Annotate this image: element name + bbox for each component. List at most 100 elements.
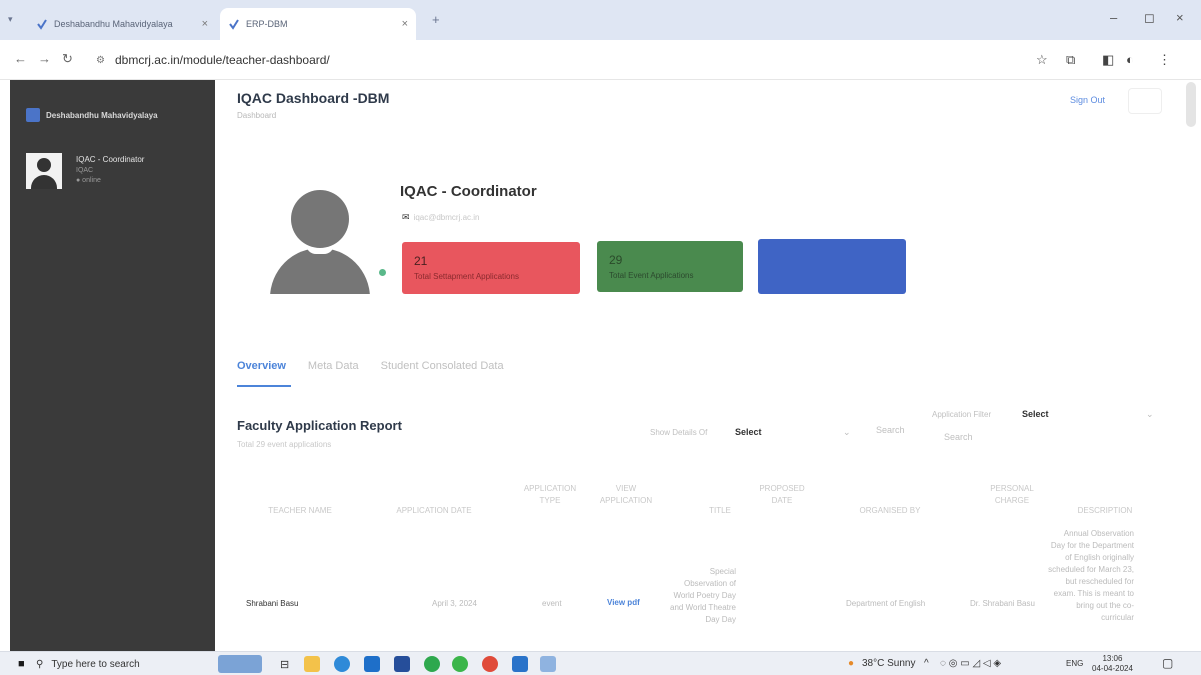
- col-view-application[interactable]: VIEW APPLICATION: [596, 483, 656, 507]
- cell-description: Annual Observation Day for the Departmen…: [1048, 529, 1134, 622]
- tray-chevron-icon[interactable]: ^: [924, 658, 929, 669]
- view-pdf-link[interactable]: View pdf: [607, 597, 640, 609]
- taskbar-search-input[interactable]: ⚲ Type here to search: [36, 655, 202, 673]
- brand[interactable]: Deshabandhu Mahavidyalaya: [26, 108, 158, 122]
- windows-start-icon[interactable]: ■: [18, 658, 25, 670]
- site-favicon-icon: [228, 18, 240, 30]
- task-view-thumbnail[interactable]: [218, 655, 262, 673]
- clock-time: 13:06: [1102, 654, 1123, 663]
- col-description[interactable]: DESCRIPTION: [1070, 505, 1140, 517]
- back-icon[interactable]: ←: [14, 51, 27, 66]
- sidebar-user-status: ● online: [76, 177, 101, 184]
- edge-icon[interactable]: [334, 656, 350, 672]
- page-title: IQAC Dashboard -DBM: [237, 90, 390, 106]
- reload-icon[interactable]: ↻: [62, 51, 73, 67]
- tab-overview[interactable]: Overview: [237, 360, 286, 372]
- menu-icon[interactable]: ⋮: [1158, 52, 1171, 68]
- settapment-applications-card[interactable]: 21 Total Settapment Applications: [402, 242, 580, 294]
- profile-avatar: [270, 190, 370, 294]
- profile-name: IQAC - Coordinator: [400, 183, 537, 200]
- profile-email-text: iqac@dbmcrj.ac.in: [413, 213, 480, 222]
- url-text: dbmcrj.ac.in/module/teacher-dashboard/: [114, 53, 330, 67]
- profile-email: ✉ iqac@dbmcrj.ac.in: [402, 212, 479, 223]
- search-input[interactable]: Search: [876, 425, 905, 435]
- clock-date: 04-04-2024: [1092, 664, 1133, 673]
- col-title[interactable]: TITLE: [690, 505, 750, 517]
- site-info-icon[interactable]: ⚙: [96, 55, 105, 66]
- cell-organised-by: Department of English: [846, 599, 926, 608]
- photos-icon[interactable]: [540, 656, 556, 672]
- chevron-down-icon[interactable]: ⌄: [1146, 409, 1154, 420]
- url-field[interactable]: ⚙ dbmcrj.ac.in/module/teacher-dashboard/: [84, 48, 1004, 72]
- maximize-icon[interactable]: ◻: [1144, 10, 1155, 26]
- tab-title: ERP-DBM: [246, 19, 288, 29]
- header-user-menu[interactable]: [1128, 88, 1162, 114]
- mail-icon[interactable]: [364, 656, 380, 672]
- search-icon: ⚲: [36, 658, 44, 670]
- spotify-icon[interactable]: [424, 656, 440, 672]
- tab-title: Deshabandhu Mahavidyalaya: [54, 19, 173, 29]
- minimize-icon[interactable]: –: [1110, 10, 1117, 25]
- cell-personal-charge: Dr. Shrabani Basu: [970, 599, 1035, 608]
- event-applications-card[interactable]: 29 Total Event Applications: [597, 241, 743, 292]
- online-status-indicator: [379, 269, 386, 276]
- stat-value: 29: [609, 253, 623, 267]
- chrome-icon[interactable]: [482, 656, 498, 672]
- college-logo-icon: [26, 108, 40, 122]
- stat-value: 21: [414, 254, 428, 268]
- profile-icon[interactable]: ◐: [1126, 52, 1134, 67]
- bookmark-star-icon[interactable]: ☆: [1036, 52, 1048, 68]
- sidebar-user-role: IQAC: [76, 167, 94, 174]
- col-personal-charge[interactable]: PERSONAL CHARGE: [982, 483, 1042, 507]
- file-explorer-icon[interactable]: [304, 656, 320, 672]
- cell-application-type: event: [542, 599, 562, 608]
- browser-tab-deshabandhu[interactable]: Deshabandhu Mahavidyalaya ×: [36, 8, 216, 40]
- report-subtitle: Total 29 event applications: [237, 440, 332, 449]
- application-search-input[interactable]: Search: [944, 432, 973, 442]
- show-details-label: Show Details Of: [650, 428, 708, 437]
- taskbar-clock[interactable]: 13:06 04-04-2024: [1092, 654, 1133, 674]
- cell-teacher-name: Shrabani Basu: [246, 599, 299, 608]
- chevron-down-icon[interactable]: ⌄: [843, 427, 851, 438]
- third-stat-card[interactable]: [758, 239, 906, 294]
- stat-label: Total Settapment Applications: [414, 272, 519, 281]
- weather-text[interactable]: 38°C Sunny: [862, 658, 915, 669]
- sidebar-user-name: IQAC - Coordinator: [76, 155, 145, 164]
- tab-meta-data[interactable]: Meta Data: [308, 360, 359, 372]
- cell-application-date: April 3, 2024: [432, 599, 477, 608]
- envelope-icon: ✉: [402, 212, 410, 222]
- col-proposed-date[interactable]: PROPOSED DATE: [752, 483, 812, 507]
- sidepanel-icon[interactable]: ◧: [1102, 52, 1114, 68]
- sidebar: Deshabandhu Mahavidyalaya IQAC - Coordin…: [10, 80, 215, 655]
- close-tab-icon[interactable]: ×: [402, 18, 408, 30]
- sign-out-button[interactable]: Sign Out: [1070, 95, 1105, 105]
- tray-icons[interactable]: ◌ ◎ ▭ ◿ ◁ ◈: [940, 658, 1001, 669]
- browser-tab-erp[interactable]: ERP-DBM ×: [220, 8, 416, 40]
- cell-title: Special Observation of World Poetry Day …: [670, 567, 736, 624]
- task-view-icon[interactable]: ⊟: [280, 658, 289, 671]
- language-indicator[interactable]: ENG: [1066, 659, 1083, 668]
- show-details-select[interactable]: Select: [735, 427, 762, 437]
- col-application-type[interactable]: APPLICATION TYPE: [520, 483, 580, 507]
- sidebar-user[interactable]: IQAC - Coordinator IQAC ● online: [26, 153, 144, 189]
- breadcrumb[interactable]: Dashboard: [237, 111, 276, 120]
- tab-student-consolated-data[interactable]: Student Consolated Data: [381, 360, 504, 372]
- page-scrollbar[interactable]: [1186, 82, 1196, 127]
- report-title: Faculty Application Report: [237, 418, 402, 433]
- col-application-date[interactable]: APPLICATION DATE: [384, 505, 484, 517]
- close-window-icon[interactable]: ×: [1176, 10, 1184, 25]
- active-tab-indicator: [237, 385, 291, 387]
- store-icon[interactable]: [394, 656, 410, 672]
- col-teacher-name[interactable]: TEACHER NAME: [245, 505, 355, 517]
- notification-icon[interactable]: ▢: [1162, 656, 1173, 670]
- application-filter-select[interactable]: Select: [1022, 409, 1049, 419]
- col-organised-by[interactable]: ORGANISED BY: [850, 505, 930, 517]
- close-tab-icon[interactable]: ×: [202, 18, 208, 30]
- new-tab-icon[interactable]: +: [432, 12, 440, 27]
- brand-name: Deshabandhu Mahavidyalaya: [46, 110, 158, 120]
- whatsapp-icon[interactable]: [452, 656, 468, 672]
- forward-icon[interactable]: →: [38, 51, 51, 66]
- extensions-icon[interactable]: ⧉: [1066, 52, 1075, 68]
- word-icon[interactable]: [512, 656, 528, 672]
- tab-search-icon[interactable]: ▾: [8, 14, 13, 25]
